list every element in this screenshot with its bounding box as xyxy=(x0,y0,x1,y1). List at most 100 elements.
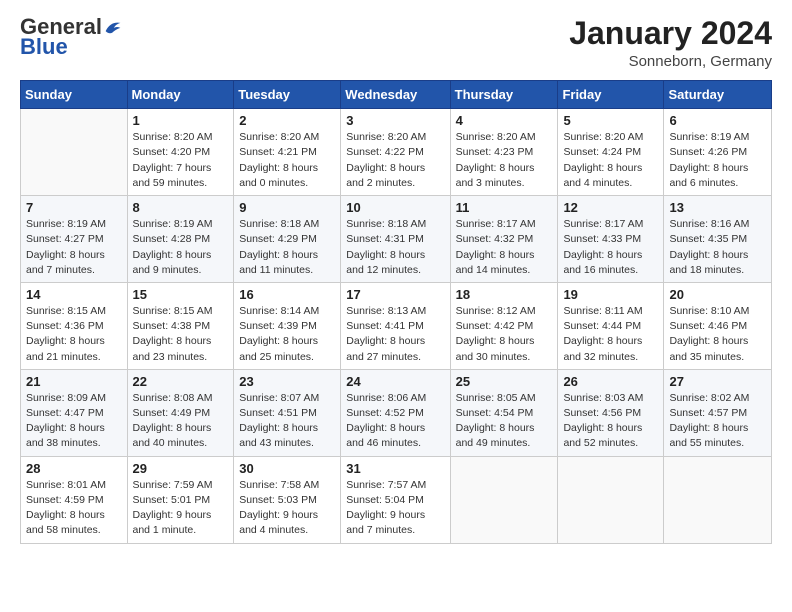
day-number: 2 xyxy=(239,113,335,128)
day-number: 10 xyxy=(346,200,444,215)
weekday-header-cell: Saturday xyxy=(664,81,772,109)
day-info: Sunrise: 8:11 AM Sunset: 4:44 PM Dayligh… xyxy=(563,304,658,365)
calendar-cell: 15Sunrise: 8:15 AM Sunset: 4:38 PM Dayli… xyxy=(127,282,234,369)
calendar-cell: 19 Sunrise: 8:11 AM Sunset: 4:44 PM Dayli… xyxy=(558,282,664,369)
day-info: Sunrise: 8:20 AM Sunset: 4:24 PM Dayligh… xyxy=(563,130,658,191)
calendar-cell: 14 Sunrise: 8:15 AM Sunset: 4:36 PM Dayli… xyxy=(21,282,128,369)
day-number: 5 xyxy=(563,113,658,128)
weekday-header-cell: Tuesday xyxy=(234,81,341,109)
day-info: Sunrise: 8:14 AM Sunset: 4:39 PM Dayligh… xyxy=(239,304,335,365)
calendar-cell: 9 Sunrise: 8:18 AM Sunset: 4:29 PM Daylig… xyxy=(234,196,341,283)
logo-blue-text: Blue xyxy=(20,34,68,59)
location: Sonneborn, Germany xyxy=(569,53,772,70)
weekday-header-cell: Monday xyxy=(127,81,234,109)
day-info: Sunrise: 8:10 AM Sunset: 4:46 PM Dayligh… xyxy=(669,304,766,365)
calendar-cell: 21 Sunrise: 8:09 AM Sunset: 4:47 PM Dayli… xyxy=(21,369,128,456)
weekday-header-cell: Friday xyxy=(558,81,664,109)
day-number: 28 xyxy=(26,461,122,476)
day-info: Sunrise: 8:18 AM Sunset: 4:29 PM Dayligh… xyxy=(239,217,335,278)
calendar-cell: 16 Sunrise: 8:14 AM Sunset: 4:39 PM Dayli… xyxy=(234,282,341,369)
calendar-body: 1Sunrise: 8:20 AM Sunset: 4:20 PM Daylig… xyxy=(21,109,772,543)
calendar-cell xyxy=(664,456,772,543)
day-number: 23 xyxy=(239,374,335,389)
calendar-cell: 8Sunrise: 8:19 AM Sunset: 4:28 PM Daylig… xyxy=(127,196,234,283)
calendar-cell: 28Sunrise: 8:01 AM Sunset: 4:59 PM Dayli… xyxy=(21,456,128,543)
calendar-cell: 2Sunrise: 8:20 AM Sunset: 4:21 PM Daylig… xyxy=(234,109,341,196)
calendar-week-row: 21 Sunrise: 8:09 AM Sunset: 4:47 PM Dayli… xyxy=(21,369,772,456)
calendar-cell: 29Sunrise: 7:59 AM Sunset: 5:01 PM Dayli… xyxy=(127,456,234,543)
calendar-cell: 6 Sunrise: 8:19 AM Sunset: 4:26 PM Daylig… xyxy=(664,109,772,196)
calendar-cell: 13Sunrise: 8:16 AM Sunset: 4:35 PM Dayli… xyxy=(664,196,772,283)
calendar-cell: 26 Sunrise: 8:03 AM Sunset: 4:56 PM Dayli… xyxy=(558,369,664,456)
day-number: 3 xyxy=(346,113,444,128)
day-info: Sunrise: 8:17 AM Sunset: 4:33 PM Dayligh… xyxy=(563,217,658,278)
logo: General Blue xyxy=(20,16,122,60)
day-info: Sunrise: 8:18 AM Sunset: 4:31 PM Dayligh… xyxy=(346,217,444,278)
calendar-cell: 1Sunrise: 8:20 AM Sunset: 4:20 PM Daylig… xyxy=(127,109,234,196)
logo-bird-icon xyxy=(104,19,122,35)
calendar-cell: 24Sunrise: 8:06 AM Sunset: 4:52 PM Dayli… xyxy=(341,369,450,456)
day-info: Sunrise: 8:20 AM Sunset: 4:23 PM Dayligh… xyxy=(456,130,553,191)
day-number: 24 xyxy=(346,374,444,389)
calendar-cell: 30 Sunrise: 7:58 AM Sunset: 5:03 PM Dayli… xyxy=(234,456,341,543)
day-number: 12 xyxy=(563,200,658,215)
calendar-week-row: 1Sunrise: 8:20 AM Sunset: 4:20 PM Daylig… xyxy=(21,109,772,196)
calendar-cell xyxy=(450,456,558,543)
weekday-header-row: SundayMondayTuesdayWednesdayThursdayFrid… xyxy=(21,81,772,109)
calendar-cell: 7Sunrise: 8:19 AM Sunset: 4:27 PM Daylig… xyxy=(21,196,128,283)
calendar-cell: 23 Sunrise: 8:07 AM Sunset: 4:51 PM Dayli… xyxy=(234,369,341,456)
calendar-cell: 10 Sunrise: 8:18 AM Sunset: 4:31 PM Dayli… xyxy=(341,196,450,283)
day-number: 22 xyxy=(133,374,229,389)
calendar-cell: 22 Sunrise: 8:08 AM Sunset: 4:49 PM Dayli… xyxy=(127,369,234,456)
weekday-header-cell: Sunday xyxy=(21,81,128,109)
day-number: 19 xyxy=(563,287,658,302)
day-number: 16 xyxy=(239,287,335,302)
calendar-cell: 5 Sunrise: 8:20 AM Sunset: 4:24 PM Daylig… xyxy=(558,109,664,196)
calendar-cell: 25Sunrise: 8:05 AM Sunset: 4:54 PM Dayli… xyxy=(450,369,558,456)
day-number: 15 xyxy=(133,287,229,302)
day-number: 20 xyxy=(669,287,766,302)
day-number: 17 xyxy=(346,287,444,302)
calendar-cell: 27 Sunrise: 8:02 AM Sunset: 4:57 PM Dayli… xyxy=(664,369,772,456)
weekday-header-cell: Thursday xyxy=(450,81,558,109)
day-info: Sunrise: 8:03 AM Sunset: 4:56 PM Dayligh… xyxy=(563,391,658,452)
calendar-cell: 11 Sunrise: 8:17 AM Sunset: 4:32 PM Dayli… xyxy=(450,196,558,283)
day-number: 11 xyxy=(456,200,553,215)
day-info: Sunrise: 8:20 AM Sunset: 4:22 PM Dayligh… xyxy=(346,130,444,191)
day-number: 26 xyxy=(563,374,658,389)
calendar-cell xyxy=(21,109,128,196)
day-number: 9 xyxy=(239,200,335,215)
day-info: Sunrise: 7:58 AM Sunset: 5:03 PM Dayligh… xyxy=(239,478,335,539)
day-info: Sunrise: 8:15 AM Sunset: 4:36 PM Dayligh… xyxy=(26,304,122,365)
day-info: Sunrise: 8:02 AM Sunset: 4:57 PM Dayligh… xyxy=(669,391,766,452)
day-number: 4 xyxy=(456,113,553,128)
day-info: Sunrise: 7:59 AM Sunset: 5:01 PM Dayligh… xyxy=(133,478,229,539)
day-info: Sunrise: 8:08 AM Sunset: 4:49 PM Dayligh… xyxy=(133,391,229,452)
day-info: Sunrise: 8:12 AM Sunset: 4:42 PM Dayligh… xyxy=(456,304,553,365)
day-number: 18 xyxy=(456,287,553,302)
page: General Blue January 2024 Sonneborn, Ger… xyxy=(0,0,792,612)
weekday-header-cell: Wednesday xyxy=(341,81,450,109)
day-number: 27 xyxy=(669,374,766,389)
day-number: 30 xyxy=(239,461,335,476)
calendar-week-row: 14 Sunrise: 8:15 AM Sunset: 4:36 PM Dayli… xyxy=(21,282,772,369)
calendar-cell: 20 Sunrise: 8:10 AM Sunset: 4:46 PM Dayli… xyxy=(664,282,772,369)
calendar-cell: 3 Sunrise: 8:20 AM Sunset: 4:22 PM Daylig… xyxy=(341,109,450,196)
day-info: Sunrise: 7:57 AM Sunset: 5:04 PM Dayligh… xyxy=(346,478,444,539)
header: General Blue January 2024 Sonneborn, Ger… xyxy=(20,16,772,70)
day-number: 6 xyxy=(669,113,766,128)
day-number: 21 xyxy=(26,374,122,389)
calendar-table: SundayMondayTuesdayWednesdayThursdayFrid… xyxy=(20,80,772,543)
calendar-cell: 4 Sunrise: 8:20 AM Sunset: 4:23 PM Daylig… xyxy=(450,109,558,196)
calendar-cell: 31Sunrise: 7:57 AM Sunset: 5:04 PM Dayli… xyxy=(341,456,450,543)
day-info: Sunrise: 8:17 AM Sunset: 4:32 PM Dayligh… xyxy=(456,217,553,278)
day-number: 14 xyxy=(26,287,122,302)
month-title: January 2024 xyxy=(569,16,772,51)
day-number: 25 xyxy=(456,374,553,389)
calendar-cell: 12 Sunrise: 8:17 AM Sunset: 4:33 PM Dayli… xyxy=(558,196,664,283)
day-info: Sunrise: 8:07 AM Sunset: 4:51 PM Dayligh… xyxy=(239,391,335,452)
day-info: Sunrise: 8:09 AM Sunset: 4:47 PM Dayligh… xyxy=(26,391,122,452)
calendar-cell: 17 Sunrise: 8:13 AM Sunset: 4:41 PM Dayli… xyxy=(341,282,450,369)
day-info: Sunrise: 8:19 AM Sunset: 4:26 PM Dayligh… xyxy=(669,130,766,191)
day-info: Sunrise: 8:13 AM Sunset: 4:41 PM Dayligh… xyxy=(346,304,444,365)
